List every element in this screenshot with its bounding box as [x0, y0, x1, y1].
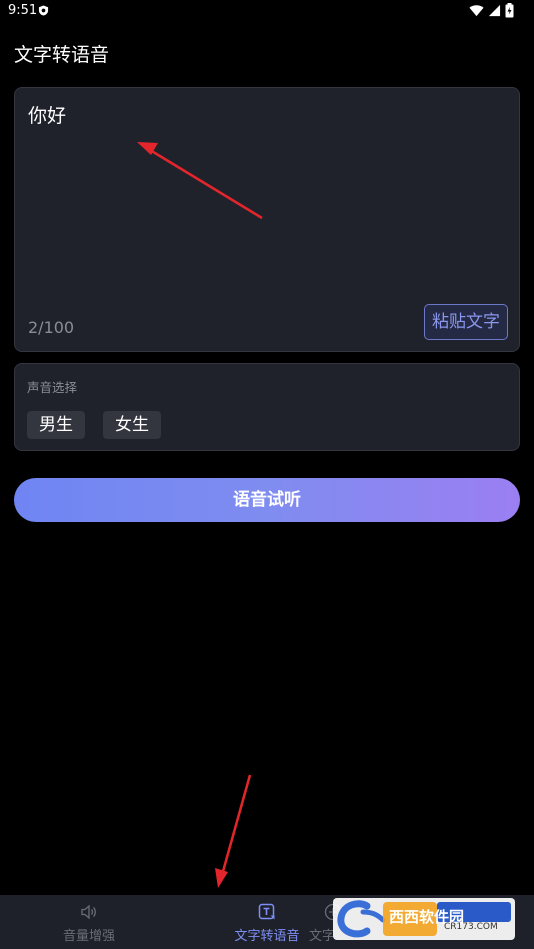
- battery-icon: [505, 3, 514, 18]
- shield-icon: [38, 5, 49, 16]
- voice-selection-panel: 声音选择 男生 女生: [14, 363, 520, 451]
- signal-icon: [488, 4, 501, 17]
- voice-option-female[interactable]: 女生: [103, 411, 161, 439]
- speaker-icon: [81, 904, 96, 920]
- text-input-area[interactable]: 你好 2/100 粘贴文字: [14, 87, 520, 352]
- voice-selection-label: 声音选择: [27, 380, 78, 395]
- paste-text-button[interactable]: 粘贴文字: [424, 304, 508, 340]
- annotation-arrow-nav: [215, 774, 252, 888]
- status-time: 9:51: [8, 3, 38, 18]
- nav-label-volume-boost: 音量增强: [62, 929, 115, 944]
- page-title: 文字转语音: [14, 44, 110, 66]
- wifi-icon: [469, 5, 484, 17]
- listen-preview-button[interactable]: 语音试听: [14, 478, 520, 522]
- status-bar: 9:51: [0, 0, 534, 22]
- status-icons: [469, 3, 514, 18]
- voice-option-male[interactable]: 男生: [27, 411, 85, 439]
- watermark-logo: 西西软件园 CR173.COM: [333, 898, 515, 940]
- nav-item-volume-boost[interactable]: 音量增强: [0, 895, 178, 949]
- text-to-speech-icon: [258, 903, 275, 920]
- text-input-value[interactable]: 你好: [28, 101, 66, 128]
- character-count: 2/100: [28, 318, 75, 337]
- watermark-site: CR173.COM: [444, 922, 498, 932]
